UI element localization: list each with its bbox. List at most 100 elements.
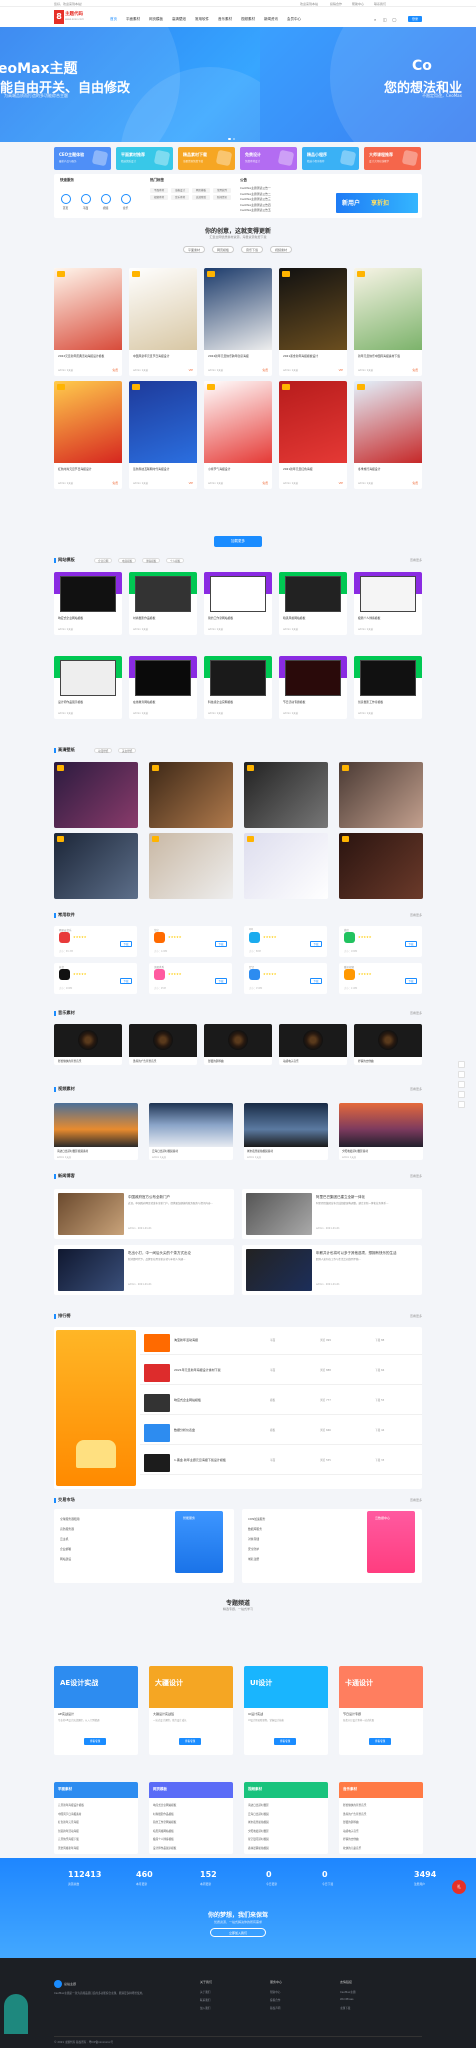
news-card[interactable]: 吃出小打，中一间后头尖的个茶方式出论 新消费时代下，品牌正在用全新方式与年轻人沟通… — [54, 1245, 234, 1295]
category-card[interactable]: 精品小程序 精选小程序推荐 — [302, 147, 359, 170]
resource-title[interactable]: 2021新年元旦红色海报 — [283, 467, 343, 475]
topic-card[interactable]: 卡通设计 节日设计专题 各类节日设计素材一站式获取 查看专题 — [339, 1666, 423, 1755]
ranking-row[interactable]: 数据分析仪表盘 模板 浏览 666 下载 44 — [140, 1421, 422, 1445]
resource-card[interactable]: 蓝色科技互联网时代海报设计 admin 1天前 VIP — [129, 381, 197, 489]
topic-title[interactable]: 大疆设计实战班 — [153, 1712, 174, 1716]
category-card[interactable]: 平面素材推荐 精选优质设计 — [116, 147, 173, 170]
side-wechat-icon[interactable] — [458, 1081, 465, 1088]
list-item[interactable]: 欢快的儿童音乐 — [343, 1845, 366, 1854]
ranking-feature[interactable] — [56, 1330, 136, 1486]
music-card[interactable]: 动感电子音乐 — [279, 1024, 347, 1065]
list-item[interactable]: 舒缓的钢琴曲 — [343, 1819, 366, 1828]
template-card[interactable]: 时尚摄影作品模板 admin 1天前 — [129, 572, 197, 635]
footer-link[interactable]: 投稿合作 — [270, 1998, 280, 2002]
trade-item[interactable]: 网站建设 — [60, 1557, 71, 1561]
template-title[interactable]: 极简个人博客模板 — [358, 616, 380, 620]
topic-title[interactable]: 节日设计专题 — [343, 1712, 361, 1716]
list-item[interactable]: 元旦新年海报设计模板 — [58, 1802, 84, 1811]
download-button[interactable]: 下载 — [310, 941, 322, 947]
list-item[interactable]: 云海日出延时视频 — [248, 1811, 269, 1820]
list-item[interactable]: 抒情的吉他曲 — [343, 1836, 366, 1845]
topic-card[interactable]: UI设计 UI设计实战 UI设计师进阶课程，掌握设计技能 查看专题 — [244, 1666, 328, 1755]
resource-card[interactable]: 2021新年元旦红色海报 admin 1天前 VIP — [279, 381, 347, 489]
template-card[interactable]: 科技感企业官网模板 admin 1天前 — [204, 656, 272, 719]
topic-button[interactable]: 查看专题 — [84, 1738, 106, 1745]
topbar-link-3[interactable]: 帮助中心 — [352, 2, 364, 6]
footer-link[interactable]: 帮助中心 — [270, 1990, 280, 1994]
list-item[interactable]: 动感电子音乐 — [343, 1828, 366, 1837]
template-title[interactable]: 设计师作品展示模板 — [58, 700, 83, 704]
list-item[interactable]: 时尚摄影作品模板 — [153, 1811, 176, 1820]
footer-link[interactable]: 版权声明 — [270, 2006, 280, 2010]
nav-item-3[interactable]: 高清壁纸 — [172, 17, 186, 22]
hot-tag[interactable]: 常用软件 — [213, 188, 231, 193]
resource-card[interactable]: 中国风新年元旦节日海报设计 admin 1天前 VIP — [129, 268, 197, 376]
video-card[interactable]: 海边日出延时摄影视频素材 admin 1天前 — [54, 1103, 138, 1160]
topic-title[interactable]: AE实战设计 — [58, 1712, 74, 1716]
join-button[interactable]: 立即加入我们 — [210, 1928, 266, 1937]
ranking-title[interactable]: 2021年元旦新年海报设计素材下载 — [174, 1368, 221, 1372]
load-more-button[interactable]: 加载更多 — [214, 536, 262, 547]
user-icon[interactable]: ◯ — [392, 17, 396, 22]
template-title[interactable]: 科技感企业官网模板 — [208, 700, 233, 704]
download-button[interactable]: 下载 — [120, 978, 132, 984]
trade-item[interactable]: CDN加速服务 — [248, 1517, 265, 1521]
ranking-title[interactable]: 淘宝新年活动海报 — [174, 1338, 198, 1342]
footer-link[interactable]: WordPress — [340, 1998, 354, 2001]
topic-button[interactable]: 查看专题 — [179, 1738, 201, 1745]
resource-title[interactable]: 新年元旦快乐中国风海报素材下载 — [358, 354, 418, 362]
resource-card[interactable]: 冬季旅行海报设计 admin 1天前 免费 — [354, 381, 422, 489]
list-item[interactable]: 红色新年元旦海报 — [58, 1819, 84, 1828]
tab-music[interactable]: 音乐下载 — [241, 246, 264, 253]
nav-item-2[interactable]: 网页模板 — [149, 17, 163, 22]
video-title[interactable]: 海边日出延时摄影视频素材 — [57, 1149, 88, 1153]
service-item-4[interactable]: 音乐 — [118, 194, 133, 210]
ranking-title[interactable]: 1.黑金·新年主题元旦海报下载设计模板 — [174, 1458, 226, 1462]
music-card[interactable]: 轻松愉快的背景音乐 — [54, 1024, 122, 1065]
resource-title[interactable]: 2021黑金新年海报模板设计 — [283, 354, 343, 362]
list-item[interactable]: 简约工作室网站模板 — [153, 1819, 176, 1828]
ranking-row[interactable]: 淘宝新年活动海报 平面 浏览 999 下载 88 — [140, 1331, 422, 1355]
download-button[interactable]: 下载 — [405, 941, 417, 947]
video-more[interactable]: 查看更多 — [410, 1087, 422, 1091]
list-item[interactable]: 元旦快乐海报下载 — [58, 1836, 84, 1845]
hot-tag[interactable]: 视频素材 — [150, 195, 168, 200]
list-item[interactable]: 星空银河延时视频 — [248, 1836, 269, 1845]
ranking-title[interactable]: 响应式企业网站模板 — [174, 1398, 201, 1402]
trade-item[interactable]: 全球服务器租用 — [60, 1517, 80, 1521]
resource-title[interactable]: 2022元旦新年庆典活动海报设计模板 — [58, 354, 118, 362]
software-card[interactable]: 腾讯视频 ★★★★★ 下载 大小：110M — [339, 963, 422, 994]
web-templates-more[interactable]: 查看更多 — [410, 558, 422, 562]
ranking-more[interactable]: 查看更多 — [410, 1314, 422, 1318]
video-card[interactable]: 城市夜景航拍视频素材 admin 1天前 — [244, 1103, 328, 1160]
promo-banner[interactable]: 新用户 享折扣 — [336, 193, 418, 213]
topic-card[interactable]: AE设计实战 AE实战设计 专业的AE设计实战课程，从入门到精通 查看专题 — [54, 1666, 138, 1755]
ranking-row[interactable]: 响应式企业网站模板 模板 浏览 777 下载 55 — [140, 1391, 422, 1415]
category-card[interactable]: 免费设计 免费素材设计 — [240, 147, 297, 170]
category-card[interactable]: 精品素材下载 海量资源免费下载 — [178, 147, 235, 170]
video-title[interactable]: 夕阳晚霞延时摄影素材 — [342, 1149, 368, 1153]
site-logo[interactable]: 8 主题代码 www.xxxx.com — [54, 10, 84, 24]
download-button[interactable]: 下载 — [215, 941, 227, 947]
resource-title[interactable]: 冬季旅行海报设计 — [358, 467, 418, 475]
news-more[interactable]: 查看更多 — [410, 1174, 422, 1178]
video-title[interactable]: 城市夜景航拍视频素材 — [247, 1149, 273, 1153]
nav-item-6[interactable]: 视频素材 — [241, 17, 255, 22]
wallpaper-card[interactable] — [244, 762, 328, 828]
music-card[interactable]: 舒缓的钢琴曲 — [204, 1024, 272, 1065]
music-title[interactable]: 动感电子音乐 — [283, 1059, 299, 1063]
resource-title[interactable]: 红色时尚元旦节日海报设计 — [58, 467, 118, 475]
wallpaper-card[interactable] — [339, 833, 423, 899]
news-card[interactable]: 年薪共计也将可以多于其他选项，想拥有快乐的生活 职场人如何在工作与生活之间找到平衡… — [242, 1245, 422, 1295]
template-title[interactable]: 创意摄影工作室模板 — [358, 700, 383, 704]
resource-card[interactable]: 2021黑金新年海报模板设计 admin 1天前 VIP — [279, 268, 347, 376]
software-card[interactable]: 网易云音乐 ★★★★★ 下载 大小：65.3M — [54, 926, 137, 957]
list-item[interactable]: 响应式企业网站模板 — [153, 1802, 176, 1811]
list-item[interactable]: 黑金风格新年海报 — [58, 1845, 84, 1854]
software-card[interactable]: 淘宝 ★★★★★ 下载 大小：120M — [149, 926, 232, 957]
notice-item[interactable]: CeoMax主题测试公告五 — [240, 208, 271, 212]
music-title[interactable]: 舒缓的钢琴曲 — [208, 1059, 224, 1063]
topic-button[interactable]: 查看专题 — [274, 1738, 296, 1745]
news-title[interactable]: 中国政府官方公布全新门户 — [128, 1195, 170, 1200]
tab-web[interactable]: 网页模板 — [212, 246, 235, 253]
